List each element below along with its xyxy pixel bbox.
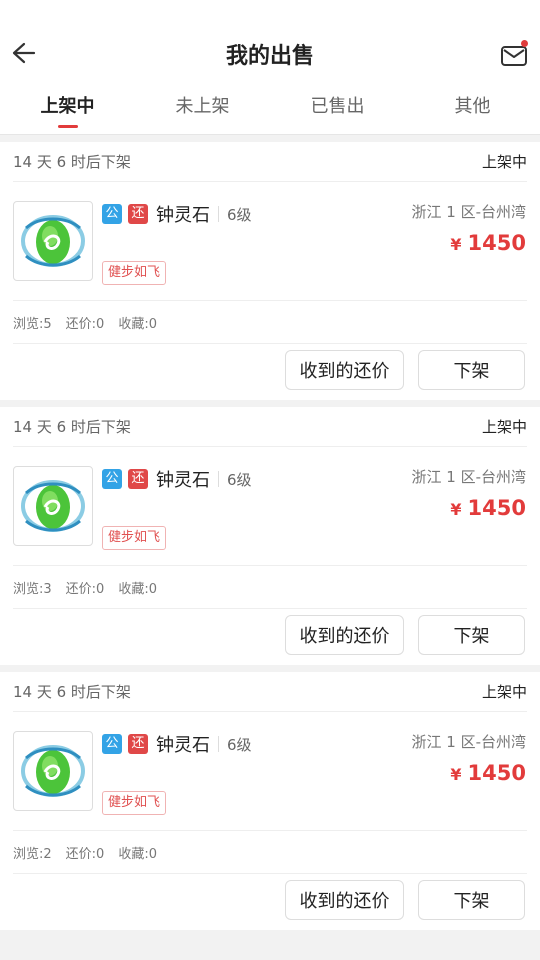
public-tag: 公 xyxy=(102,734,122,754)
item-thumbnail[interactable] xyxy=(13,731,93,811)
listing-card: 14 天 6 时后下架 上架中 公 还 钟灵石 6级 浙江 1 区-台州湾 ¥1… xyxy=(0,407,540,665)
delist-button[interactable]: 下架 xyxy=(418,880,525,920)
listing-status: 上架中 xyxy=(481,153,527,171)
counter-offer-count: 还价:0 xyxy=(65,581,105,597)
divider xyxy=(218,471,219,487)
price-value: 1450 xyxy=(467,761,526,785)
received-offers-button[interactable]: 收到的还价 xyxy=(285,615,404,655)
bargain-tag: 还 xyxy=(128,734,148,754)
card-header: 14 天 6 时后下架 上架中 xyxy=(13,407,527,447)
green-spirit-stone-icon xyxy=(21,215,85,267)
item-level: 6级 xyxy=(227,470,252,489)
bargain-tag: 还 xyxy=(128,204,148,224)
listing-card: 14 天 6 时后下架 上架中 公 还 钟灵石 6级 浙江 1 区-台州湾 ¥1… xyxy=(0,142,540,400)
delist-button[interactable]: 下架 xyxy=(418,350,525,390)
stats-row: 浏览:2 还价:0 收藏:0 xyxy=(13,830,527,874)
public-tag: 公 xyxy=(102,469,122,489)
favorites-count: 收藏:0 xyxy=(118,316,157,332)
tab-sold[interactable]: 已售出 xyxy=(270,84,405,134)
item-name: 钟灵石 xyxy=(156,470,210,491)
listing-status: 上架中 xyxy=(481,683,527,701)
top-bar: 我的出售 xyxy=(0,0,540,85)
stats-row: 浏览:3 还价:0 收藏:0 xyxy=(13,565,527,609)
item-thumbnail[interactable] xyxy=(13,201,93,281)
received-offers-button[interactable]: 收到的还价 xyxy=(285,880,404,920)
received-offers-button[interactable]: 收到的还价 xyxy=(285,350,404,390)
favorites-count: 收藏:0 xyxy=(118,846,157,862)
currency-symbol: ¥ xyxy=(450,765,462,784)
price: ¥1450 xyxy=(450,761,526,785)
price-value: 1450 xyxy=(467,496,526,520)
envelope-icon xyxy=(501,46,527,66)
listing-list: 14 天 6 时后下架 上架中 公 还 钟灵石 6级 浙江 1 区-台州湾 ¥1… xyxy=(0,142,540,937)
tab-listed[interactable]: 上架中 xyxy=(0,84,135,134)
skill-tag: 健步如飞 xyxy=(102,791,167,815)
server-name: 浙江 1 区-台州湾 xyxy=(411,203,527,221)
favorites-count: 收藏:0 xyxy=(118,581,157,597)
item-title-row: 公 还 钟灵石 6级 xyxy=(102,201,252,227)
stats-row: 浏览:5 还价:0 收藏:0 xyxy=(13,300,527,344)
messages-button[interactable] xyxy=(498,40,530,70)
card-header: 14 天 6 时后下架 上架中 xyxy=(13,672,527,712)
unread-dot xyxy=(521,40,528,47)
counter-offer-count: 还价:0 xyxy=(65,316,105,332)
skill-tag: 健步如飞 xyxy=(102,261,167,285)
views-count: 浏览:5 xyxy=(13,316,52,332)
tab-unlisted[interactable]: 未上架 xyxy=(135,84,270,134)
price: ¥1450 xyxy=(450,231,526,255)
currency-symbol: ¥ xyxy=(450,235,462,254)
listing-status: 上架中 xyxy=(481,418,527,436)
currency-symbol: ¥ xyxy=(450,500,462,519)
item-title-row: 公 还 钟灵石 6级 xyxy=(102,466,252,492)
listing-card: 14 天 6 时后下架 上架中 公 还 钟灵石 6级 浙江 1 区-台州湾 ¥1… xyxy=(0,672,540,930)
green-spirit-stone-icon xyxy=(21,745,85,797)
page-title: 我的出售 xyxy=(225,44,314,69)
divider xyxy=(218,206,219,222)
skill-tag: 健步如飞 xyxy=(102,526,167,550)
item-title-row: 公 还 钟灵石 6级 xyxy=(102,731,252,757)
item-thumbnail[interactable] xyxy=(13,466,93,546)
card-header: 14 天 6 时后下架 上架中 xyxy=(13,142,527,182)
counter-offer-count: 还价:0 xyxy=(65,846,105,862)
views-count: 浏览:2 xyxy=(13,846,52,862)
green-spirit-stone-icon xyxy=(21,480,85,532)
public-tag: 公 xyxy=(102,204,122,224)
delist-button[interactable]: 下架 xyxy=(418,615,525,655)
server-name: 浙江 1 区-台州湾 xyxy=(411,468,527,486)
price: ¥1450 xyxy=(450,496,526,520)
expire-time: 14 天 6 时后下架 xyxy=(13,683,131,701)
item-level: 6级 xyxy=(227,735,252,754)
expire-time: 14 天 6 时后下架 xyxy=(13,418,131,436)
tab-other[interactable]: 其他 xyxy=(405,84,540,134)
status-tabs: 上架中 未上架 已售出 其他 xyxy=(0,84,540,135)
item-name: 钟灵石 xyxy=(156,205,210,226)
expire-time: 14 天 6 时后下架 xyxy=(13,153,131,171)
server-name: 浙江 1 区-台州湾 xyxy=(411,733,527,751)
item-level: 6级 xyxy=(227,205,252,224)
divider xyxy=(218,736,219,752)
item-name: 钟灵石 xyxy=(156,735,210,756)
price-value: 1450 xyxy=(467,231,526,255)
bargain-tag: 还 xyxy=(128,469,148,489)
views-count: 浏览:3 xyxy=(13,581,52,597)
